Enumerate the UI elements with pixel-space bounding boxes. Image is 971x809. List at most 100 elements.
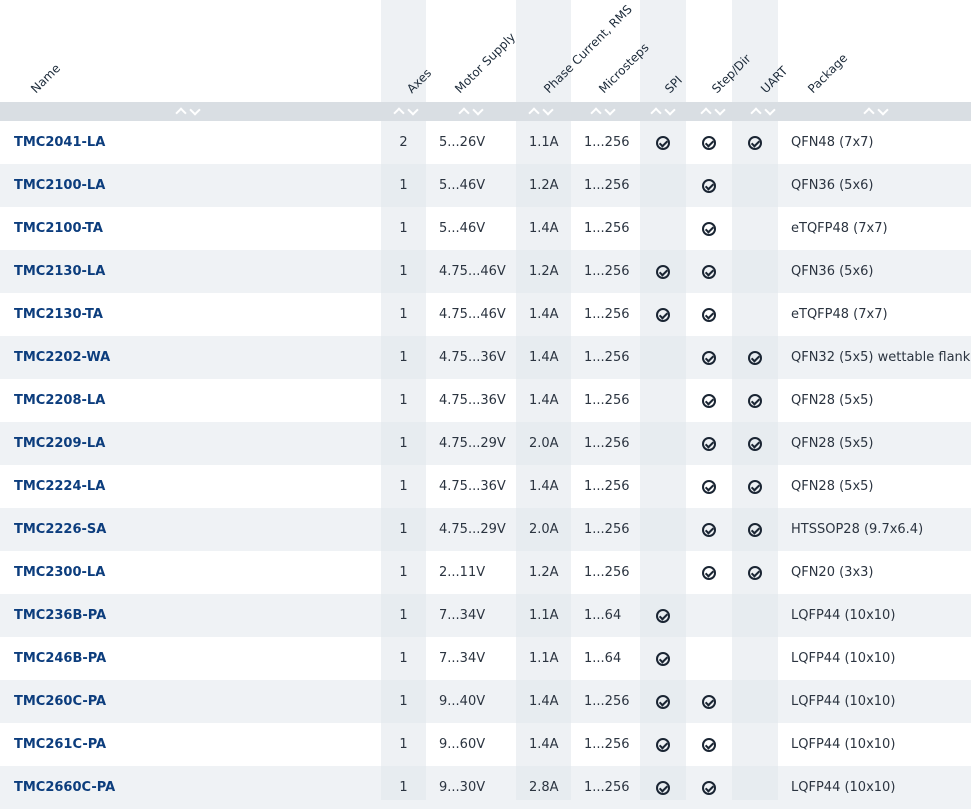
cell-spi [640,723,686,766]
product-link[interactable]: TMC2300-LA [0,551,381,594]
sort-controls-uart[interactable] [744,102,782,121]
cell-step [686,465,732,508]
chevron-down-icon[interactable] [189,104,201,116]
table-row: TMC2202-WA 1 4.75...36V 1.4A 1...256 QFN32 (5… [0,336,971,379]
chevron-up-icon[interactable] [750,107,762,119]
table-row: TMC246B-PA 1 7...34V 1.1A 1...64 LQFP44 (10x1… [0,637,971,680]
chevron-up-icon[interactable] [175,107,187,119]
product-link[interactable]: TMC2660C-PA [0,766,381,809]
header-step[interactable]: Step/Dir [709,52,753,96]
cell-step [686,164,732,207]
check-circle-icon [702,350,716,365]
sort-controls-current[interactable] [522,102,560,121]
cell-step [686,379,732,422]
product-link[interactable]: TMC2130-TA [0,293,381,336]
cell-step [686,336,732,379]
header-spi[interactable]: SPI [662,73,685,96]
sort-controls-name[interactable] [169,102,207,121]
cell-axes: 1 [399,307,408,322]
check-circle-icon [656,608,670,623]
chevron-down-icon[interactable] [714,104,726,116]
cell-current: 2.8A [529,780,559,795]
sort-controls-axes[interactable] [382,102,430,121]
cell-uart [732,723,778,766]
header-uart[interactable]: UART [758,64,790,96]
cell-step [686,594,732,637]
product-link[interactable]: TMC2100-TA [0,207,381,250]
cell-current: 1.1A [529,135,559,150]
chevron-up-icon[interactable] [863,107,875,119]
table-row: TMC2660C-PA 1 9...30V 2.8A 1...256 LQFP44 (10… [0,766,971,809]
chevron-down-icon[interactable] [664,104,676,116]
cell-uart [732,121,778,164]
header-supply[interactable]: Motor Supply [452,30,518,96]
cell-step [686,250,732,293]
product-link[interactable]: TMC260C-PA [0,680,381,723]
cell-current: 1.2A [529,264,559,279]
chevron-up-icon[interactable] [650,107,662,119]
cell-step [686,508,732,551]
product-link[interactable]: TMC261C-PA [0,723,381,766]
sort-controls-step[interactable] [694,102,732,121]
check-circle-icon [656,694,670,709]
cell-uart [732,680,778,723]
cell-uart [732,250,778,293]
check-circle-icon [748,479,762,494]
check-circle-icon [656,307,670,322]
sort-controls-supply[interactable] [452,102,490,121]
check-circle-icon [748,135,762,150]
cell-supply: 4.75...36V [439,350,506,365]
cell-current: 2.0A [529,522,559,537]
cell-pkg: QFN20 (3x3) [791,565,874,580]
product-link[interactable]: TMC2208-LA [0,379,381,422]
check-circle-icon [656,737,670,752]
cell-axes: 1 [399,780,408,795]
product-table: Name Axes Motor Supply Phase Current, RMS Mi… [0,0,971,809]
product-link[interactable]: TMC246B-PA [0,637,381,680]
check-circle-icon [702,393,716,408]
cell-current: 1.1A [529,608,559,623]
chevron-down-icon[interactable] [764,104,776,116]
chevron-up-icon[interactable] [393,107,405,119]
cell-micro: 1...64 [584,651,622,666]
chevron-up-icon[interactable] [590,107,602,119]
chevron-down-icon[interactable] [604,104,616,116]
check-circle-icon [656,135,670,150]
product-link[interactable]: TMC2226-SA [0,508,381,551]
header-micro[interactable]: Microsteps [596,40,652,96]
cell-step [686,551,732,594]
check-circle-icon [702,479,716,494]
product-link[interactable]: TMC2209-LA [0,422,381,465]
header-name[interactable]: Name [28,61,63,96]
cell-spi [640,637,686,680]
chevron-down-icon[interactable] [877,104,889,116]
check-circle-icon [656,264,670,279]
chevron-down-icon[interactable] [542,104,554,116]
table-row: TMC2208-LA 1 4.75...36V 1.4A 1...256 QFN28 (5… [0,379,971,422]
cell-supply: 7...34V [439,651,486,666]
cell-micro: 1...256 [584,307,630,322]
sort-controls-pkg[interactable] [857,102,895,121]
chevron-up-icon[interactable] [528,107,540,119]
chevron-down-icon[interactable] [472,104,484,116]
chevron-up-icon[interactable] [458,107,470,119]
cell-supply: 5...46V [439,221,486,236]
product-link[interactable]: TMC2202-WA [0,336,381,379]
product-link[interactable]: TMC2100-LA [0,164,381,207]
cell-axes: 1 [399,350,408,365]
product-link[interactable]: TMC2224-LA [0,465,381,508]
product-link[interactable]: TMC2041-LA [0,121,381,164]
header-pkg[interactable]: Package [805,51,850,96]
cell-micro: 1...256 [584,694,630,709]
cell-spi [640,250,686,293]
table-row: TMC2224-LA 1 4.75...36V 1.4A 1...256 QFN28 (5… [0,465,971,508]
product-link[interactable]: TMC2130-LA [0,250,381,293]
chevron-up-icon[interactable] [700,107,712,119]
cell-step [686,121,732,164]
sort-controls-spi[interactable] [644,102,682,121]
product-link[interactable]: TMC236B-PA [0,594,381,637]
sort-controls-micro[interactable] [584,102,622,121]
header-axes[interactable]: Axes [404,66,434,96]
chevron-down-icon[interactable] [407,104,419,116]
header-current[interactable]: Phase Current, RMS [541,2,635,96]
